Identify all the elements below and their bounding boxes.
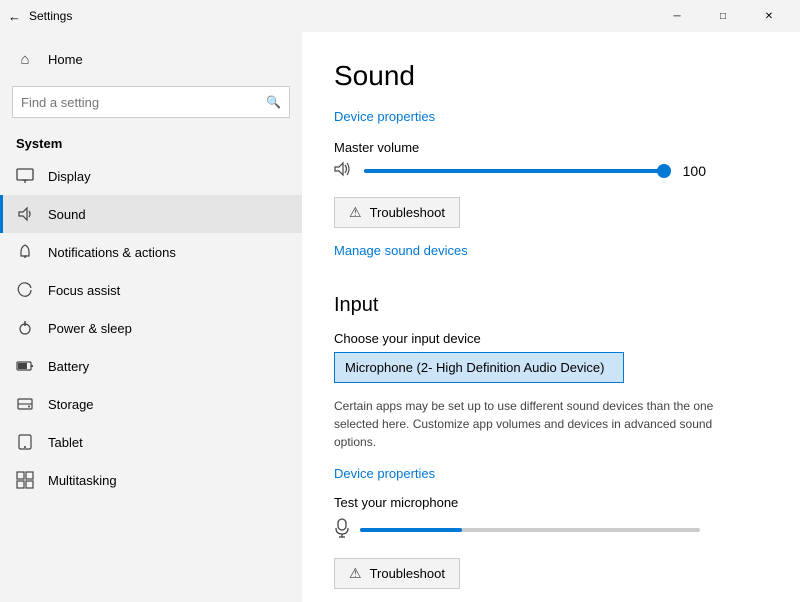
sidebar-item-storage[interactable]: Storage (0, 385, 302, 423)
sidebar-item-display-label: Display (48, 169, 91, 184)
back-icon: ← (8, 9, 21, 24)
sidebar: ⌂ Home 🔍 System Display Sound Noti (0, 32, 302, 602)
sidebar-item-tablet[interactable]: Tablet (0, 423, 302, 461)
info-text: Certain apps may be set up to use differ… (334, 397, 754, 451)
sidebar-section-system: System (0, 126, 302, 157)
multitasking-icon (16, 471, 34, 489)
tablet-icon (16, 433, 34, 451)
volume-row: 100 (334, 161, 768, 181)
input-section-title: Input (334, 294, 768, 317)
page-title: Sound (334, 60, 768, 92)
app-body: ⌂ Home 🔍 System Display Sound Noti (0, 32, 800, 602)
search-input[interactable] (21, 95, 260, 110)
sidebar-item-storage-label: Storage (48, 397, 94, 412)
focus-icon (16, 281, 34, 299)
sidebar-item-home-label: Home (48, 52, 83, 67)
device-properties-link[interactable]: Device properties (334, 109, 435, 124)
home-icon: ⌂ (16, 50, 34, 68)
sidebar-item-tablet-label: Tablet (48, 435, 83, 450)
sidebar-item-power-label: Power & sleep (48, 321, 132, 336)
sidebar-item-battery-label: Battery (48, 359, 89, 374)
input-device-select[interactable]: Microphone (2- High Definition Audio Dev… (334, 352, 624, 383)
troubleshoot-label-2: Troubleshoot (370, 566, 445, 581)
sidebar-item-battery[interactable]: Battery (0, 347, 302, 385)
volume-slider-thumb (657, 164, 671, 178)
sidebar-item-focus[interactable]: Focus assist (0, 271, 302, 309)
sidebar-item-focus-label: Focus assist (48, 283, 120, 298)
volume-slider-fill (364, 169, 664, 173)
sidebar-item-multitasking-label: Multitasking (48, 473, 117, 488)
sound-icon (16, 205, 34, 223)
window-title: Settings (29, 9, 72, 23)
troubleshoot-button[interactable]: ⚠ Troubleshoot (334, 197, 460, 228)
notifications-icon (16, 243, 34, 261)
master-volume-label: Master volume (334, 140, 768, 155)
volume-icon (334, 161, 354, 181)
content-area: Sound Device properties Master volume 10… (302, 32, 800, 602)
warning-icon: ⚠ (349, 204, 362, 221)
input-device-label: Choose your input device (334, 331, 768, 346)
power-icon (16, 319, 34, 337)
test-mic-label: Test your microphone (334, 495, 768, 510)
warning-icon-2: ⚠ (349, 565, 362, 582)
volume-slider[interactable] (364, 169, 664, 173)
manage-sound-devices-link[interactable]: Manage sound devices (334, 243, 468, 258)
minimize-button[interactable]: ─ (654, 0, 700, 32)
window-controls: ─ □ ✕ (654, 0, 792, 32)
sidebar-item-notifications-label: Notifications & actions (48, 245, 176, 260)
search-box: 🔍 (12, 86, 290, 118)
sidebar-item-display[interactable]: Display (0, 157, 302, 195)
section-divider (334, 274, 768, 294)
maximize-button[interactable]: □ (700, 0, 746, 32)
sidebar-item-sound[interactable]: Sound (0, 195, 302, 233)
battery-icon (16, 357, 34, 375)
sidebar-item-multitasking[interactable]: Multitasking (0, 461, 302, 499)
close-button[interactable]: ✕ (746, 0, 792, 32)
display-icon (16, 167, 34, 185)
mic-level-slider[interactable] (360, 528, 700, 532)
mic-slider-row (334, 518, 768, 542)
sidebar-item-notifications[interactable]: Notifications & actions (0, 233, 302, 271)
mic-level-fill (360, 528, 462, 532)
titlebar: ← Settings ─ □ ✕ (0, 0, 800, 32)
sidebar-item-sound-label: Sound (48, 207, 86, 222)
device-properties-link2[interactable]: Device properties (334, 466, 435, 481)
storage-icon (16, 395, 34, 413)
sidebar-item-home[interactable]: ⌂ Home (0, 40, 302, 78)
search-icon: 🔍 (266, 95, 281, 109)
mic-icon (334, 518, 350, 542)
troubleshoot-label: Troubleshoot (370, 205, 445, 220)
sidebar-item-power[interactable]: Power & sleep (0, 309, 302, 347)
troubleshoot-button-2[interactable]: ⚠ Troubleshoot (334, 558, 460, 589)
volume-value: 100 (674, 163, 706, 179)
